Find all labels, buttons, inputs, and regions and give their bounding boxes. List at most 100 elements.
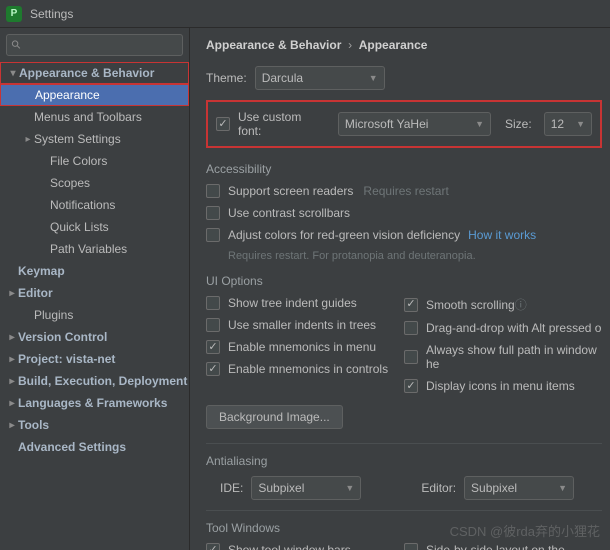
search-input[interactable] — [26, 38, 178, 52]
contrast-scrollbars-checkbox[interactable] — [206, 206, 220, 220]
how-it-works-link[interactable]: How it works — [468, 228, 536, 242]
sidebar-item[interactable]: Path Variables — [0, 238, 189, 260]
background-image-button[interactable]: Background Image... — [206, 405, 343, 429]
custom-font-select[interactable]: Microsoft YaHei ▼ — [338, 112, 491, 136]
chevron-right-icon — [6, 376, 18, 387]
aa-ide-select[interactable]: Subpixel ▼ — [251, 476, 361, 500]
option-checkbox[interactable] — [404, 350, 418, 364]
option-label: Show tree indent guides — [228, 296, 357, 310]
sidebar-item-label: Appearance & Behavior — [19, 66, 154, 80]
font-size-value: 12 — [551, 117, 564, 131]
font-size-select[interactable]: 12 ▼ — [544, 112, 592, 136]
sidebar-item-label: Quick Lists — [50, 220, 109, 234]
sidebar-item[interactable]: Menus and Toolbars — [0, 106, 189, 128]
sidebar-item-label: Scopes — [50, 176, 90, 190]
show-tool-window-bars-label: Show tool window bars — [228, 543, 351, 550]
sidebar-item[interactable]: Tools — [0, 414, 189, 436]
option-checkbox[interactable] — [206, 362, 220, 376]
titlebar: P Settings — [0, 0, 610, 28]
sidebar-item[interactable]: Plugins — [0, 304, 189, 326]
sidebar-item[interactable]: Appearance — [0, 84, 189, 106]
color-deficiency-checkbox[interactable] — [206, 228, 220, 242]
search-icon — [11, 39, 22, 51]
theme-label: Theme: — [206, 71, 247, 85]
font-size-label: Size: — [505, 117, 532, 131]
sidebar-item-label: Editor — [18, 286, 53, 300]
contrast-scrollbars-label: Use contrast scrollbars — [228, 206, 350, 220]
breadcrumb-leaf: Appearance — [359, 38, 428, 52]
chevron-right-icon — [6, 354, 18, 365]
theme-value: Darcula — [262, 71, 303, 85]
sidebar-item[interactable]: Appearance & Behavior — [0, 62, 189, 84]
antialiasing-title: Antialiasing — [206, 454, 602, 468]
option-checkbox[interactable] — [206, 296, 220, 310]
background-image-label: Background Image... — [219, 410, 330, 424]
search-field[interactable] — [6, 34, 183, 56]
sidebar-item-label: System Settings — [34, 132, 121, 146]
sidebar-item[interactable]: Quick Lists — [0, 216, 189, 238]
support-screen-readers-checkbox[interactable] — [206, 184, 220, 198]
option-label: Smooth scrolling — [426, 298, 515, 312]
chevron-right-icon — [22, 134, 34, 145]
chevron-down-icon: ▼ — [550, 483, 567, 493]
option-checkbox[interactable] — [404, 321, 418, 335]
option-checkbox[interactable] — [206, 340, 220, 354]
sidebar-item[interactable]: Advanced Settings — [0, 436, 189, 458]
sidebar-item[interactable]: System Settings — [0, 128, 189, 150]
use-custom-font-label: Use custom font: — [238, 110, 324, 138]
chevron-down-icon: ▼ — [337, 483, 354, 493]
sidebar-item[interactable]: Editor — [0, 282, 189, 304]
screen-readers-hint: Requires restart — [363, 184, 448, 198]
sidebar-item-label: Project: vista-net — [18, 352, 115, 366]
sidebar-item[interactable]: Version Control — [0, 326, 189, 348]
option-checkbox[interactable] — [404, 379, 418, 393]
window-title: Settings — [30, 7, 73, 21]
sidebar-item-label: Menus and Toolbars — [34, 110, 142, 124]
sidebar-item-label: Appearance — [35, 88, 100, 102]
settings-content: Appearance & Behavior › Appearance Theme… — [190, 28, 610, 550]
accessibility-title: Accessibility — [206, 162, 602, 176]
sidebar-item-label: File Colors — [50, 154, 107, 168]
sidebar-item-label: Build, Execution, Deployment — [18, 374, 187, 388]
option-label: Drag-and-drop with Alt pressed o — [426, 321, 601, 335]
side-by-side-label: Side-by-side layout on the — [426, 543, 565, 550]
sidebar-item[interactable]: File Colors — [0, 150, 189, 172]
custom-font-value: Microsoft YaHei — [345, 117, 429, 131]
option-checkbox[interactable] — [206, 318, 220, 332]
chevron-down-icon — [7, 68, 19, 79]
chevron-down-icon: ▼ — [467, 119, 484, 129]
support-screen-readers-label: Support screen readers — [228, 184, 353, 198]
side-by-side-checkbox[interactable] — [404, 543, 418, 550]
show-tool-window-bars-checkbox[interactable] — [206, 543, 220, 550]
color-deficiency-label: Adjust colors for red-green vision defic… — [228, 228, 460, 242]
color-deficiency-hint: Requires restart. For protanopia and deu… — [228, 250, 476, 262]
app-icon: P — [6, 6, 22, 22]
sidebar-item-label: Languages & Frameworks — [18, 396, 167, 410]
use-custom-font-checkbox[interactable] — [216, 117, 230, 131]
sidebar-item[interactable]: Build, Execution, Deployment — [0, 370, 189, 392]
sidebar-item-label: Path Variables — [50, 242, 127, 256]
chevron-right-icon — [6, 420, 18, 431]
aa-editor-select[interactable]: Subpixel ▼ — [464, 476, 574, 500]
sidebar-item-label: Plugins — [34, 308, 73, 322]
option-checkbox[interactable] — [404, 298, 418, 312]
sidebar-item[interactable]: Languages & Frameworks — [0, 392, 189, 414]
sidebar-item[interactable]: Notifications — [0, 194, 189, 216]
chevron-down-icon: ▼ — [568, 119, 585, 129]
sidebar-item[interactable]: Project: vista-net — [0, 348, 189, 370]
theme-select[interactable]: Darcula ▼ — [255, 66, 385, 90]
sidebar-item-label: Advanced Settings — [18, 440, 126, 454]
aa-ide-value: Subpixel — [258, 481, 304, 495]
sidebar-item[interactable]: Keymap — [0, 260, 189, 282]
breadcrumb-sep: › — [348, 38, 352, 52]
option-label: Enable mnemonics in menu — [228, 340, 376, 354]
breadcrumb-root: Appearance & Behavior — [206, 38, 341, 52]
sidebar-item[interactable]: Scopes — [0, 172, 189, 194]
sidebar-item-label: Version Control — [18, 330, 107, 344]
aa-ide-label: IDE: — [220, 481, 243, 495]
help-icon[interactable]: ⓘ — [515, 296, 527, 313]
breadcrumb: Appearance & Behavior › Appearance — [206, 38, 602, 52]
option-label: Display icons in menu items — [426, 379, 575, 393]
option-label: Use smaller indents in trees — [228, 318, 376, 332]
aa-editor-value: Subpixel — [471, 481, 517, 495]
